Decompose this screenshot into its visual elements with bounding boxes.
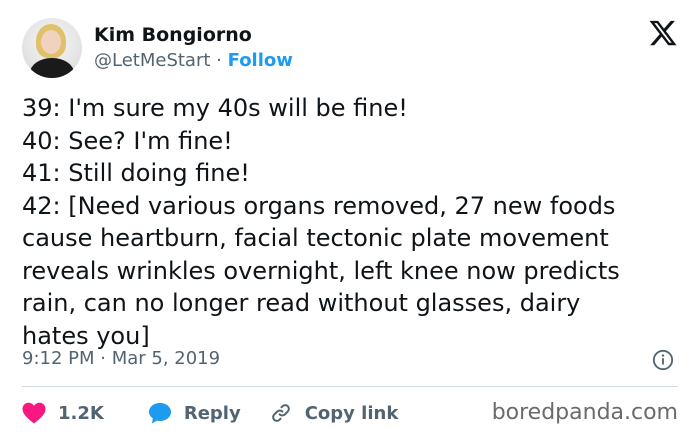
avatar[interactable] [22, 18, 82, 78]
link-icon [271, 404, 290, 422]
divider [22, 386, 678, 387]
tweet-timestamp[interactable]: 9:12 PM · Mar 5, 2019 [22, 348, 220, 369]
like-count: 1.2K [58, 402, 104, 424]
handle-separator: · [216, 50, 222, 71]
info-icon[interactable] [652, 349, 674, 371]
watermark: boredpanda.com [491, 400, 678, 425]
tweet-line: 42: [Need various organs removed, 27 new… [22, 191, 616, 220]
author-handle-line: @LetMeStart · Follow [94, 50, 293, 71]
tweet-line: 41: Still doing fine! [22, 159, 250, 187]
tweet-line: 40: See? I'm fine! [22, 126, 233, 155]
heart-icon [22, 402, 46, 424]
speech-bubble-icon [148, 403, 171, 424]
tweet-text: 39: I'm sure my 40s will be fine! 40: Se… [22, 92, 678, 352]
action-bar: 1.2K Reply Copy link [22, 400, 398, 426]
reply-button[interactable]: Reply [148, 402, 241, 424]
author-name[interactable]: Kim Bongiorno [94, 24, 252, 46]
like-button[interactable]: 1.2K [22, 402, 104, 424]
follow-button[interactable]: Follow [228, 50, 293, 71]
copy-link-button[interactable]: Copy link [269, 402, 399, 424]
author-handle[interactable]: @LetMeStart [94, 50, 210, 71]
tweet-line: reveals wrinkles overnight, left knee no… [22, 256, 620, 285]
tweet-line: 39: I'm sure my 40s will be fine! [22, 94, 408, 122]
reply-label: Reply [183, 402, 241, 424]
x-logo-icon[interactable] [648, 18, 678, 48]
tweet-line: rain, can no longer read without glasses… [22, 289, 581, 317]
copy-link-label: Copy link [304, 402, 399, 424]
tweet-line: cause heartburn, facial tectonic plate m… [22, 224, 609, 252]
